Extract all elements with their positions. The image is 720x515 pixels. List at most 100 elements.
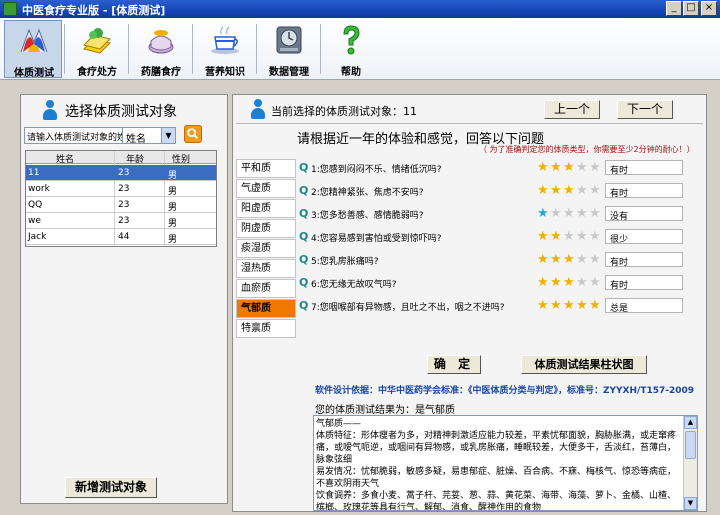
star-icon[interactable]: ★	[589, 276, 601, 289]
toolbar-herbal-diet[interactable]: 药膳食疗	[132, 20, 190, 78]
star-icon[interactable]: ★	[550, 276, 562, 289]
tab-type[interactable]: 血瘀质	[236, 279, 296, 298]
star-icon[interactable]: ★	[537, 161, 549, 174]
star-icon[interactable]: ★	[589, 253, 601, 266]
star-icon[interactable]: ★	[537, 299, 549, 312]
minimize-button[interactable]: _	[666, 1, 682, 16]
rating-stars[interactable]: ★ ★ ★ ★ ★	[537, 230, 603, 244]
result-chart-button[interactable]: 体质测试结果柱状图	[521, 355, 647, 374]
star-icon[interactable]: ★	[576, 276, 588, 289]
tab-type[interactable]: 痰湿质	[236, 239, 296, 258]
data-clock-icon	[276, 26, 302, 54]
table-row[interactable]: Jack 44 男	[26, 229, 216, 245]
close-button[interactable]: ×	[701, 1, 717, 16]
cell-gender: 男	[168, 171, 178, 181]
rating-stars[interactable]: ★ ★ ★ ★ ★	[537, 184, 603, 198]
rating-stars[interactable]: ★ ★ ★ ★ ★	[537, 253, 603, 267]
chevron-down-icon[interactable]: ▼	[161, 128, 175, 143]
question-text: 3:您多愁善感、感情脆弱吗?	[311, 211, 424, 221]
previous-button[interactable]: 上一个	[544, 100, 600, 119]
star-icon[interactable]: ★	[563, 276, 575, 289]
cell-gender: 男	[168, 235, 178, 245]
cell-name: we	[28, 216, 41, 226]
star-icon[interactable]: ★	[589, 299, 601, 312]
star-icon[interactable]: ★	[563, 161, 575, 174]
tab-type[interactable]: 气虚质	[236, 179, 296, 198]
star-icon[interactable]: ★	[537, 253, 549, 266]
tab-type-active[interactable]: 气郁质	[236, 299, 296, 318]
tab-type[interactable]: 湿热质	[236, 259, 296, 278]
toolbar-separator	[192, 24, 193, 74]
title-bar: 中医食疗专业版 - [体质测试] _ □ ×	[0, 0, 720, 18]
star-icon[interactable]: ★	[550, 299, 562, 312]
maximize-button[interactable]: □	[683, 1, 699, 16]
star-icon[interactable]: ★	[563, 230, 575, 243]
cell-gender: 男	[168, 219, 178, 229]
rating-stars[interactable]: ★ ★ ★ ★ ★	[537, 207, 603, 221]
answer-box: 有时	[605, 275, 683, 291]
search-button[interactable]	[184, 125, 202, 143]
question-row: Q 6:您无缘无故叹气吗? ★ ★ ★ ★ ★ 有时	[299, 274, 699, 294]
star-icon[interactable]: ★	[550, 253, 562, 266]
rating-stars[interactable]: ★ ★ ★ ★ ★	[537, 299, 603, 313]
star-icon[interactable]: ★	[589, 184, 601, 197]
star-icon[interactable]: ★	[550, 230, 562, 243]
star-icon[interactable]: ★	[537, 276, 549, 289]
answer-box: 没有	[605, 206, 683, 222]
star-icon[interactable]: ★	[589, 207, 601, 220]
star-icon[interactable]: ★	[576, 184, 588, 197]
tab-type[interactable]: 平和质	[236, 159, 296, 178]
cell-age: 23	[118, 216, 130, 226]
question-text: 2:您精神紧张、焦虑不安吗?	[311, 188, 424, 198]
star-icon[interactable]: ★	[537, 230, 549, 243]
star-icon[interactable]: ★	[550, 161, 562, 174]
star-icon[interactable]: ★	[589, 161, 601, 174]
confirm-button[interactable]: 确 定	[427, 355, 481, 374]
tab-type[interactable]: 阳虚质	[236, 199, 296, 218]
result-detail-box[interactable]: 气郁质—— 体质特征：形体瘦者为多，对精神刺激适应能力较差，平素忧郁面貌，胸胁胀…	[313, 415, 698, 511]
rating-stars[interactable]: ★ ★ ★ ★ ★	[537, 276, 603, 290]
table-row[interactable]: QQ 23 男	[26, 197, 216, 213]
star-icon[interactable]: ★	[576, 207, 588, 220]
result-line: 易发情况：忧郁脆弱，敏感多疑，易患郁症、脏燥、百合病、不寐、梅核气、惊恐等病症，…	[316, 467, 677, 489]
scroll-thumb[interactable]	[685, 431, 696, 459]
scroll-up-icon[interactable]: ▲	[684, 416, 697, 429]
star-icon[interactable]: ★	[563, 253, 575, 266]
toolbar-data-management[interactable]: 数据管理	[260, 20, 318, 78]
question-note: （ 为了准确判定您的体质类型，你需要至少2分钟的耐心！）	[479, 145, 695, 154]
cell-age: 23	[118, 184, 130, 194]
table-row[interactable]: we 23 男	[26, 213, 216, 229]
toolbar-constitution-test[interactable]: 体质测试	[4, 20, 62, 79]
table-header: 姓名 年龄 性别	[26, 151, 216, 165]
star-icon[interactable]: ★	[550, 207, 562, 220]
star-icon[interactable]: ★	[563, 207, 575, 220]
tab-type[interactable]: 特禀质	[236, 319, 296, 338]
toolbar-prescription[interactable]: 食疗处方	[68, 20, 126, 78]
scroll-down-icon[interactable]: ▼	[684, 497, 697, 510]
toolbar-help[interactable]: 帮助	[322, 20, 380, 78]
table-row[interactable]: 11 23 男	[26, 165, 216, 181]
prescription-book-icon	[83, 28, 111, 54]
table-row[interactable]: work 23 男	[26, 181, 216, 197]
star-icon[interactable]: ★	[576, 253, 588, 266]
star-icon[interactable]: ★	[563, 184, 575, 197]
result-scrollbar[interactable]: ▲ ▼	[683, 416, 697, 510]
herbal-pot-icon	[148, 30, 174, 54]
result-line: 饮食调养：多食小麦、蒿子杆、芫荽、葱、蒜、黄花菜、海带、海藻、萝卜、金橘、山楂、…	[316, 491, 677, 511]
star-icon[interactable]: ★	[550, 184, 562, 197]
star-icon[interactable]: ★	[576, 230, 588, 243]
toolbar-nutrition[interactable]: 营养知识	[196, 20, 254, 78]
tab-type[interactable]: 阴虚质	[236, 219, 296, 238]
next-button[interactable]: 下一个	[617, 100, 673, 119]
subject-panel-title: 选择体质测试对象	[65, 104, 177, 120]
add-subject-button[interactable]: 新增测试对象	[65, 477, 157, 498]
rating-stars[interactable]: ★ ★ ★ ★ ★	[537, 161, 603, 175]
star-icon[interactable]: ★	[563, 299, 575, 312]
star-icon[interactable]: ★	[537, 184, 549, 197]
search-field-select[interactable]: 姓名 ▼	[122, 127, 176, 145]
star-icon[interactable]: ★	[589, 230, 601, 243]
star-icon[interactable]: ★	[537, 207, 549, 220]
star-icon[interactable]: ★	[576, 299, 588, 312]
cell-name: 11	[28, 168, 40, 178]
star-icon[interactable]: ★	[576, 161, 588, 174]
